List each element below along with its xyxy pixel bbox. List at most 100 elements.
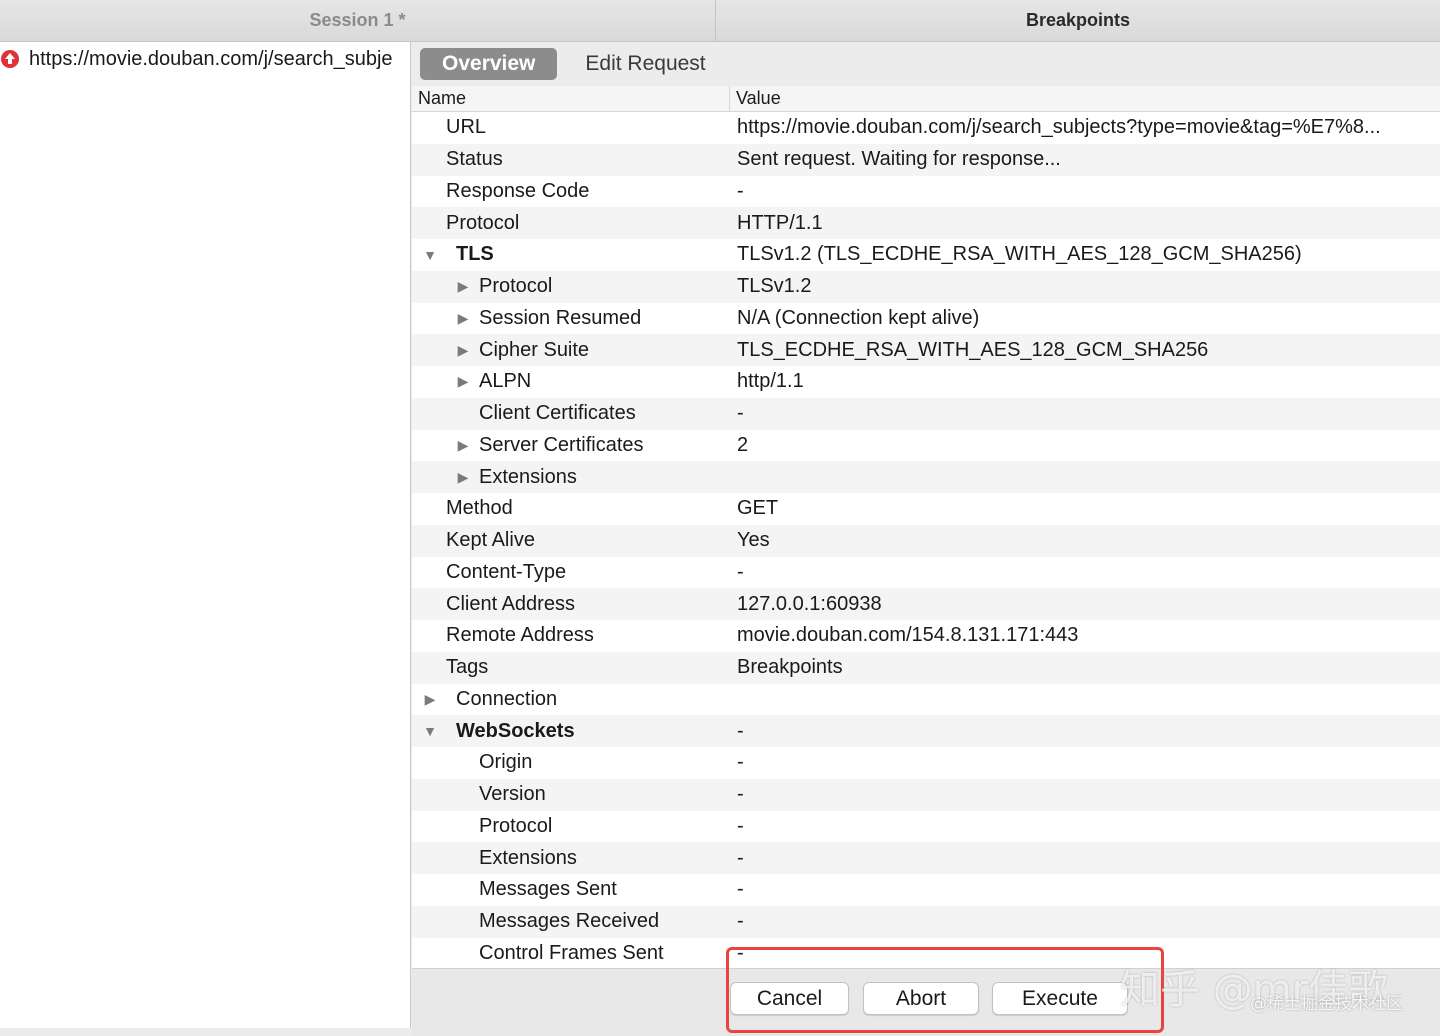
- row-name-cell: Kept Alive: [412, 529, 730, 552]
- row-name-cell: Response Code: [412, 180, 730, 203]
- row-name: Tags: [446, 656, 489, 679]
- triangle-right-icon[interactable]: ▶: [455, 437, 471, 453]
- table-row[interactable]: Method GET: [412, 493, 1440, 525]
- row-name: Response Code: [446, 179, 590, 202]
- column-header-name[interactable]: Name: [412, 86, 730, 111]
- row-name: Remote Address: [446, 624, 594, 647]
- row-value: http/1.1: [737, 370, 804, 393]
- triangle-down-icon[interactable]: ▼: [422, 247, 438, 263]
- table-row[interactable]: URL https://movie.douban.com/j/search_sub…: [412, 112, 1440, 144]
- table-row[interactable]: Protocol HTTP/1.1: [412, 207, 1440, 239]
- row-value: HTTP/1.1: [737, 211, 823, 234]
- row-name: Messages Sent: [479, 878, 617, 901]
- row-name: Content-Type: [446, 560, 567, 583]
- table-row[interactable]: ▶ Server Certificates 2: [412, 430, 1440, 462]
- row-name: WebSockets: [456, 719, 575, 742]
- row-name: Protocol: [479, 275, 553, 298]
- row-name-cell: Messages Received: [412, 910, 730, 933]
- row-name-cell: ▶ Extensions: [412, 466, 730, 489]
- triangle-right-icon[interactable]: ▶: [455, 310, 471, 326]
- breakpoint-actions: Cancel Abort Execute 知乎 @mr佳歌 @稀土掘金技术社区: [412, 947, 1440, 1036]
- table-row[interactable]: ▼ WebSockets -: [412, 715, 1440, 747]
- row-name: Control Frames Sent: [479, 941, 664, 964]
- row-value: -: [737, 402, 744, 425]
- request-url: https://movie.douban.com/j/search_subje: [29, 47, 393, 70]
- row-name: Protocol: [479, 814, 553, 837]
- table-row[interactable]: Status Sent request. Waiting for response…: [412, 143, 1440, 176]
- row-name-cell: Origin: [412, 751, 730, 774]
- session-request-item[interactable]: https://movie.douban.com/j/search_subje: [0, 42, 410, 76]
- row-name-cell: Client Certificates: [412, 402, 730, 425]
- row-value: -: [737, 846, 744, 869]
- row-value: -: [737, 751, 744, 774]
- row-value: 127.0.0.1:60938: [737, 592, 882, 615]
- row-value: Breakpoints: [737, 656, 843, 679]
- execute-button[interactable]: Execute: [992, 982, 1128, 1015]
- column-header-value[interactable]: Value: [730, 88, 781, 109]
- table-row[interactable]: Version -: [412, 778, 1440, 811]
- table-row[interactable]: Messages Received -: [412, 905, 1440, 938]
- table-row[interactable]: ▶ Cipher Suite TLS_ECDHE_RSA_WITH_AES_128_…: [412, 334, 1440, 366]
- row-name: Messages Received: [479, 910, 660, 933]
- tab-edit-request[interactable]: Edit Request: [563, 48, 727, 80]
- table-body: URL https://movie.douban.com/j/search_sub…: [412, 112, 1440, 968]
- row-name: Method: [446, 497, 513, 520]
- row-name: Cipher Suite: [479, 338, 590, 361]
- triangle-right-icon[interactable]: ▶: [455, 278, 471, 295]
- row-name: URL: [446, 116, 487, 139]
- table-row[interactable]: Content-Type -: [412, 557, 1440, 589]
- table-row[interactable]: ▶ Extensions: [412, 461, 1440, 493]
- row-name: Client Address: [446, 592, 575, 615]
- table-row[interactable]: Kept Alive Yes: [412, 524, 1440, 557]
- row-name: Version: [479, 783, 546, 806]
- table-row[interactable]: Origin -: [412, 747, 1440, 779]
- tab-overview[interactable]: Overview: [420, 48, 558, 80]
- row-name-cell: Remote Address: [412, 624, 730, 647]
- table-row[interactable]: ▶ Protocol TLSv1.2: [412, 270, 1440, 303]
- row-name: Connection: [456, 687, 558, 710]
- table-row[interactable]: Response Code -: [412, 176, 1440, 208]
- table-row[interactable]: Client Address 127.0.0.1:60938: [412, 588, 1440, 620]
- cancel-button[interactable]: Cancel: [730, 982, 849, 1015]
- breakpoints-tab[interactable]: Breakpoints: [716, 0, 1440, 41]
- row-name-cell: Control Frames Sent: [412, 942, 730, 965]
- abort-button[interactable]: Abort: [863, 982, 979, 1015]
- table-row[interactable]: ▶ ALPN http/1.1: [412, 366, 1440, 398]
- row-name: Server Certificates: [479, 433, 644, 456]
- table-row[interactable]: Messages Sent -: [412, 874, 1440, 906]
- row-name: Origin: [479, 751, 533, 774]
- row-name-cell: Tags: [412, 656, 730, 679]
- row-name-cell: ▶ Cipher Suite: [412, 339, 730, 362]
- table-row[interactable]: Extensions -: [412, 842, 1440, 874]
- session-list: https://movie.douban.com/j/search_subje: [0, 42, 411, 1028]
- row-value: -: [737, 814, 744, 837]
- table-row[interactable]: ▶ Connection: [412, 684, 1440, 716]
- row-name-cell: ▶ ALPN: [412, 370, 730, 393]
- row-name-cell: ▶ Session Resumed: [412, 307, 730, 330]
- row-value: movie.douban.com/154.8.131.171:443: [737, 624, 1079, 647]
- row-name: Client Certificates: [479, 402, 636, 425]
- triangle-right-icon[interactable]: ▶: [455, 469, 471, 485]
- row-name-cell: ▶ Connection: [412, 688, 730, 711]
- table-row[interactable]: Client Certificates -: [412, 397, 1440, 430]
- session-tab[interactable]: Session 1 *: [0, 0, 716, 41]
- row-name-cell: Protocol: [412, 815, 730, 838]
- table-row[interactable]: ▶ Session Resumed N/A (Connection kept ali…: [412, 303, 1440, 335]
- row-value: -: [737, 910, 744, 933]
- triangle-right-icon[interactable]: ▶: [455, 342, 471, 358]
- triangle-down-icon[interactable]: ▼: [422, 723, 438, 739]
- row-name: Extensions: [479, 846, 577, 869]
- table-row[interactable]: Tags Breakpoints: [412, 651, 1440, 684]
- table-row[interactable]: Remote Address movie.douban.com/154.8.131…: [412, 620, 1440, 652]
- row-value: TLSv1.2: [737, 275, 812, 298]
- triangle-right-icon[interactable]: ▶: [422, 691, 438, 707]
- triangle-right-icon[interactable]: ▶: [455, 373, 471, 390]
- row-value: N/A (Connection kept alive): [737, 306, 980, 329]
- table-row[interactable]: ▼ TLS TLSv1.2 (TLS_ECDHE_RSA_WITH_AES_128_…: [412, 239, 1440, 271]
- row-value: -: [737, 719, 744, 742]
- row-value: -: [737, 878, 744, 901]
- table-row[interactable]: Protocol -: [412, 811, 1440, 843]
- row-value: 2: [737, 433, 749, 456]
- row-name: Protocol: [446, 211, 520, 234]
- row-name-cell: ▼ WebSockets: [412, 720, 730, 743]
